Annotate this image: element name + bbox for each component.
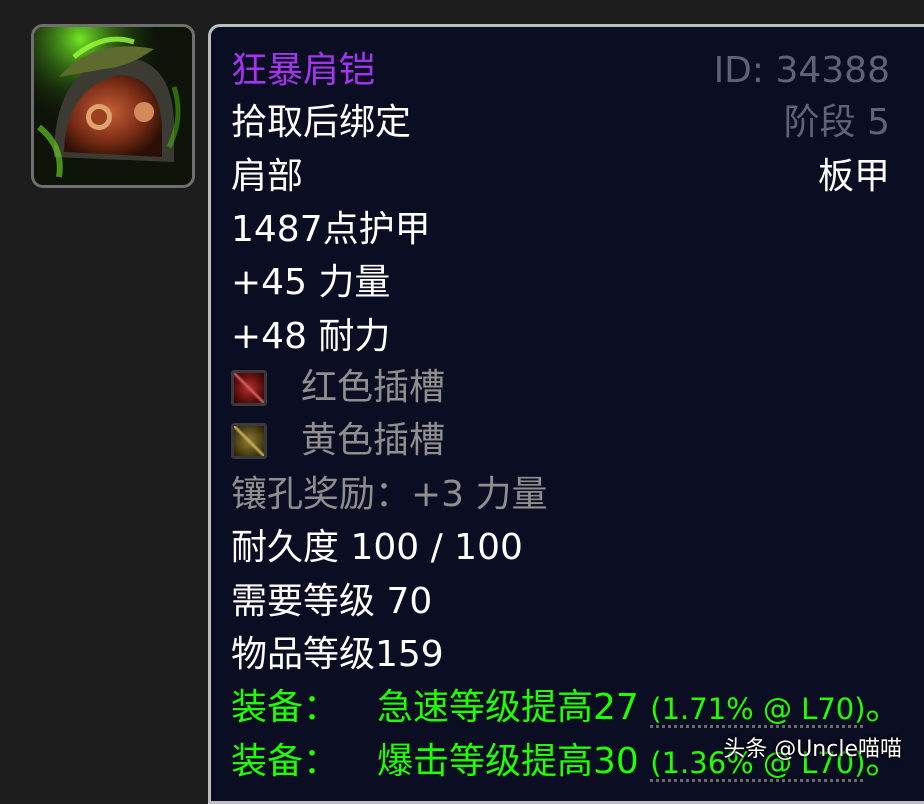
equip-effect-haste: 装备： 急速等级提高27 (1.71% @ L70)。 xyxy=(231,686,902,731)
equip-prefix: 装备： xyxy=(231,741,340,782)
item-name: 狂暴肩铠 xyxy=(231,50,376,91)
yellow-socket-icon xyxy=(231,423,267,459)
red-socket-label: 红色插槽 xyxy=(301,367,446,408)
stat-strength: +45 力量 xyxy=(231,262,391,303)
equip-suffix: 。 xyxy=(865,687,902,728)
item-slot: 肩部 xyxy=(231,156,304,197)
item-id: ID: 34388 xyxy=(713,50,890,91)
armor-type: 板甲 xyxy=(817,156,890,197)
bind-type: 拾取后绑定 xyxy=(231,102,412,143)
yellow-socket-label: 黄色插槽 xyxy=(301,420,446,461)
required-level: 需要等级 70 xyxy=(231,581,433,622)
equip-prefix: 装备： xyxy=(231,687,340,728)
item-tooltip: 狂暴肩铠 ID: 34388 拾取后绑定 阶段 5 肩部 板甲 1487点护甲 … xyxy=(208,24,924,804)
red-socket-icon xyxy=(231,370,267,406)
armor-value: 1487点护甲 xyxy=(231,209,431,250)
equip-text: 急速等级提高27 xyxy=(377,687,639,728)
item-phase: 阶段 5 xyxy=(783,102,890,143)
equip-text: 爆击等级提高30 xyxy=(377,741,639,782)
item-icon-frame[interactable] xyxy=(31,24,195,188)
equip-detail[interactable]: (1.71% @ L70) xyxy=(650,692,865,726)
watermark: 头条 @Uncle喵喵 xyxy=(723,737,902,762)
socket-bonus: 镶孔奖励：+3 力量 xyxy=(231,474,548,515)
stat-stamina: +48 耐力 xyxy=(231,316,391,357)
item-level: 物品等级159 xyxy=(231,634,444,675)
durability: 耐久度 100 / 100 xyxy=(231,527,523,568)
shoulder-armor-icon xyxy=(34,27,192,185)
